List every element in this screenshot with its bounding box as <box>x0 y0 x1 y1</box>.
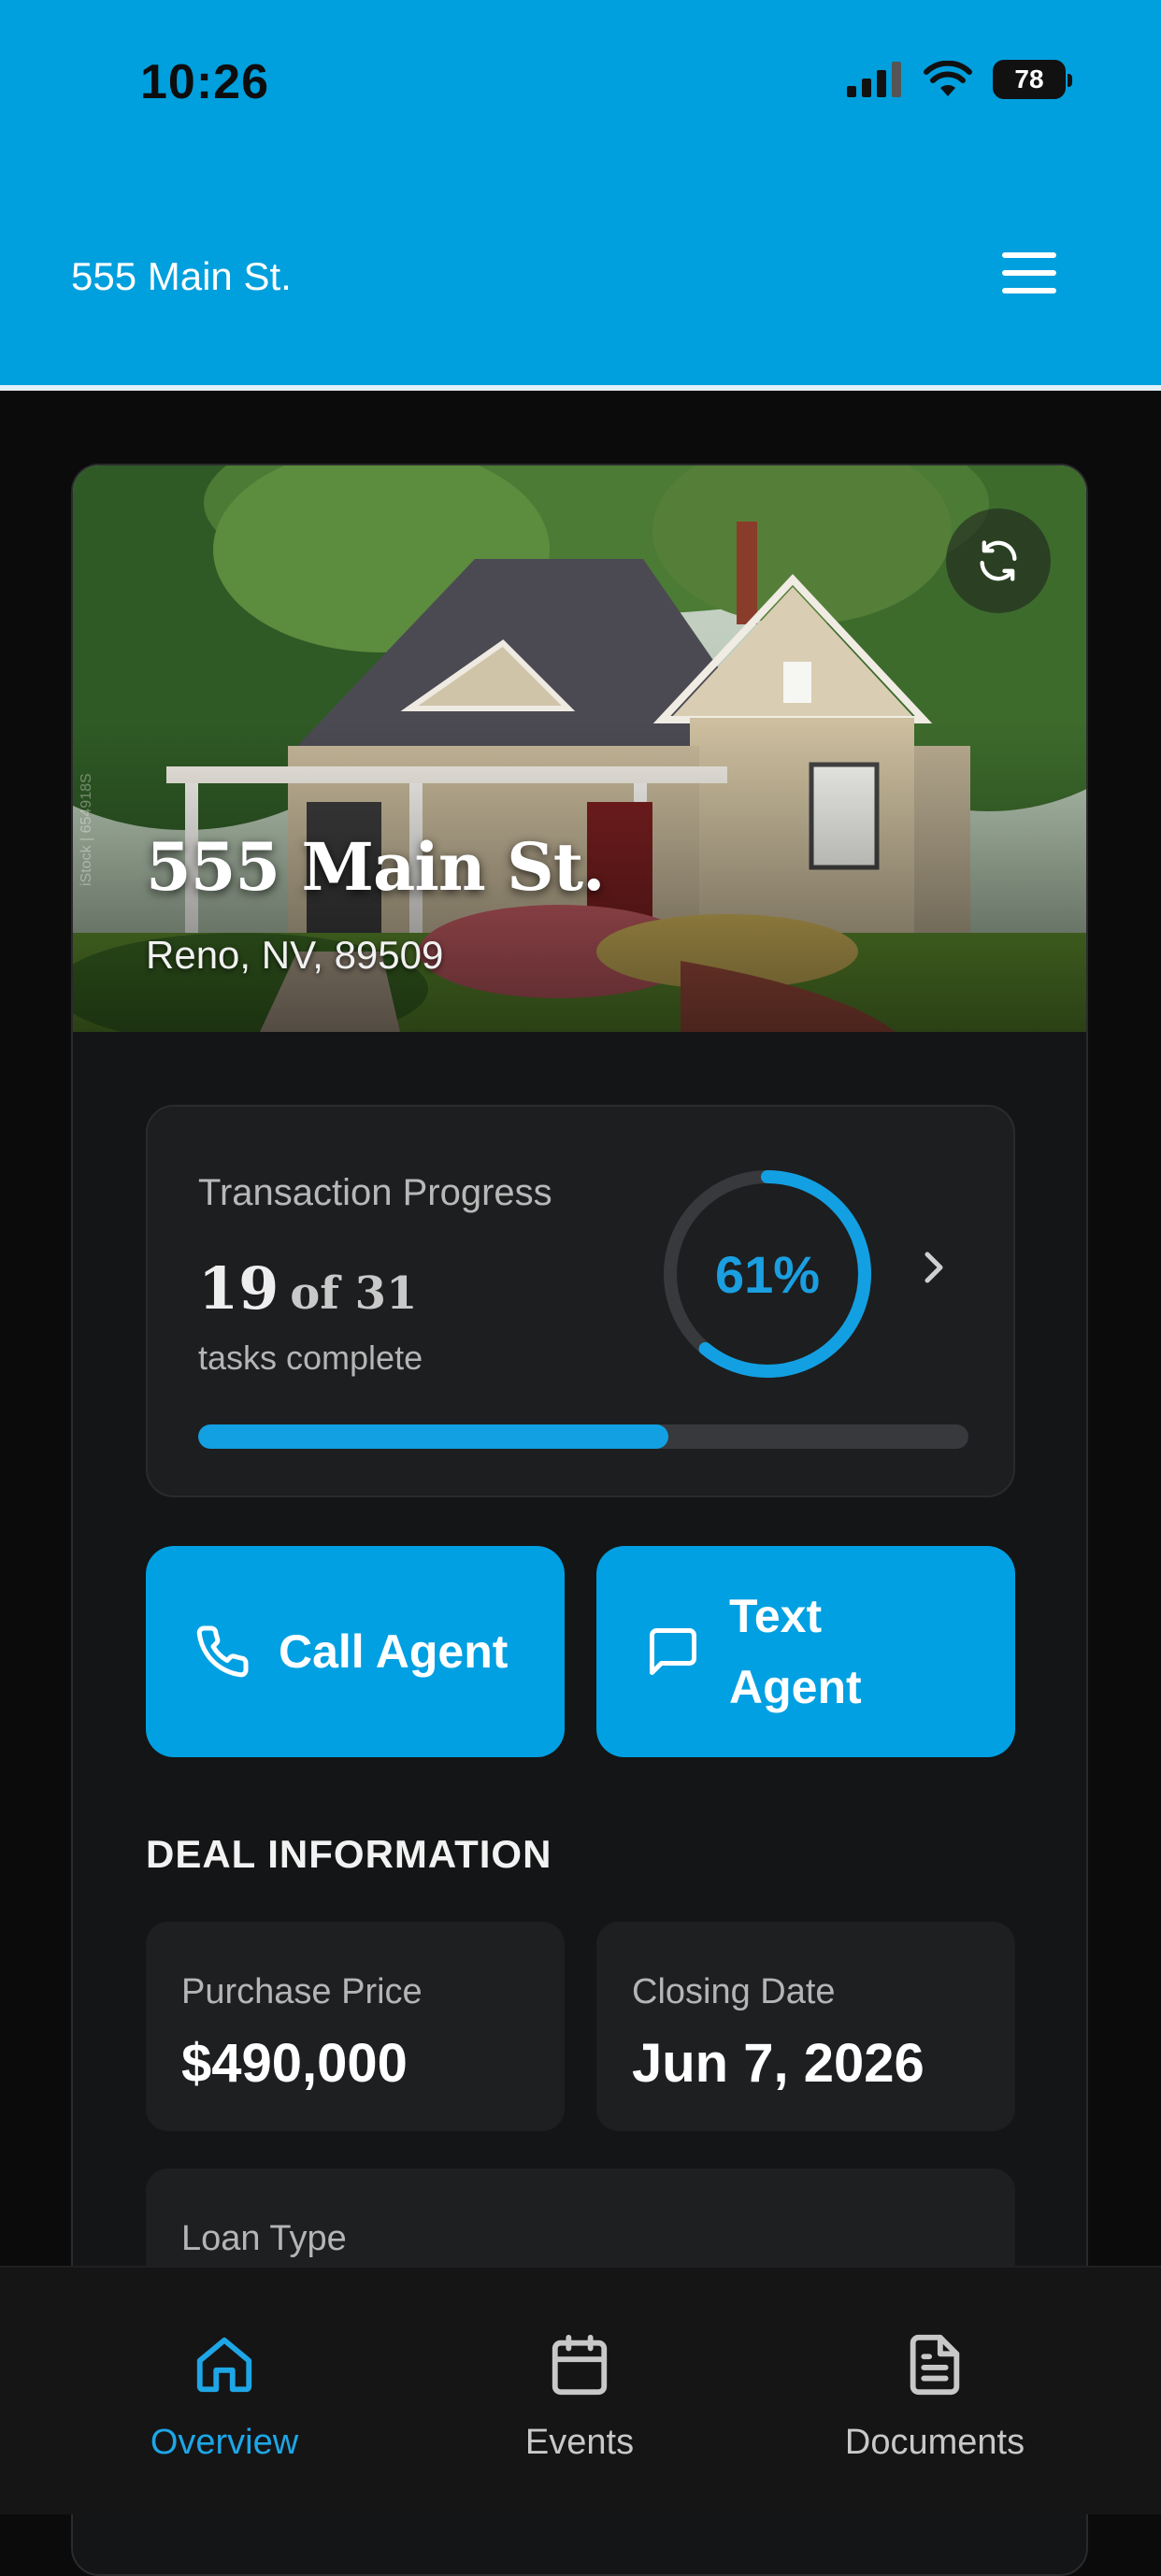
home-icon <box>196 2337 252 2393</box>
hamburger-icon <box>998 252 1060 293</box>
progress-bar <box>198 1424 968 1449</box>
chevron-right-icon <box>924 1252 943 1283</box>
purchase-price-tile: Purchase Price $490,000 <box>146 1922 565 2131</box>
menu-button[interactable] <box>998 252 1060 305</box>
bottom-tab-bar: Overview Events Documents <box>0 2266 1161 2514</box>
message-icon <box>650 1628 696 1675</box>
status-time: 10:26 <box>140 55 269 109</box>
status-icons: 78 <box>847 60 1072 99</box>
property-card: iStock | 654918S 555 Main St. Reno, NV, … <box>71 464 1088 2576</box>
text-agent-label-line2: Agent <box>729 1661 862 1713</box>
header-title: 555 Main St. <box>71 254 292 298</box>
closing-date-label: Closing Date <box>632 1972 836 2011</box>
tab-events[interactable]: Events <box>439 2326 720 2463</box>
progress-label: Transaction Progress <box>198 1172 552 1213</box>
phone-icon <box>196 1625 249 1678</box>
tasks-subtitle: tasks complete <box>198 1338 423 1377</box>
tab-overview-label: Overview <box>150 2423 299 2462</box>
refresh-button[interactable] <box>946 508 1051 613</box>
loan-type-label: Loan Type <box>181 2219 347 2258</box>
progress-bar-fill <box>198 1424 668 1449</box>
signal-icon <box>847 62 901 97</box>
tab-overview[interactable]: Overview <box>84 2326 365 2463</box>
call-agent-label: Call Agent <box>279 1625 509 1678</box>
refresh-icon <box>980 540 1017 581</box>
text-agent-label: Text Agent <box>729 1581 862 1723</box>
tasks-total: of 31 <box>290 1267 418 1320</box>
document-icon <box>910 2334 960 2396</box>
deal-information-heading: DEAL INFORMATION <box>146 1832 552 1876</box>
hero-photo: iStock | 654918S 555 Main St. Reno, NV, … <box>73 465 1086 1032</box>
battery-icon: 78 <box>993 60 1072 99</box>
tasks-done: 19 <box>198 1254 280 1323</box>
property-address: Reno, NV, 89509 <box>146 933 444 977</box>
closing-date-tile: Closing Date Jun 7, 2026 <box>596 1922 1015 2131</box>
battery-level: 78 <box>1014 64 1044 93</box>
purchase-price-value: $490,000 <box>181 2033 408 2094</box>
tab-events-label: Events <box>524 2423 635 2462</box>
purchase-price-label: Purchase Price <box>181 1972 423 2011</box>
photo-watermark: iStock | 654918S <box>79 773 94 886</box>
tab-documents[interactable]: Documents <box>795 2326 1075 2463</box>
transaction-progress-card[interactable]: Transaction Progress 19 of 31 tasks compl… <box>146 1105 1015 1497</box>
text-agent-button[interactable]: Text Agent <box>596 1546 1015 1757</box>
call-agent-button[interactable]: Call Agent <box>146 1546 565 1757</box>
property-title: 555 Main St. <box>146 828 605 906</box>
tasks-count: 19 of 31 <box>198 1254 417 1323</box>
progress-percent: 61% <box>714 1244 821 1304</box>
tab-documents-label: Documents <box>844 2423 1025 2462</box>
text-agent-label-line1: Text <box>729 1590 823 1642</box>
wifi-icon <box>924 61 972 96</box>
header-divider <box>0 385 1161 391</box>
closing-date-value: Jun 7, 2026 <box>632 2033 924 2094</box>
top-header: 10:26 78 555 Main St. <box>0 0 1161 385</box>
calendar-icon <box>552 2334 608 2396</box>
